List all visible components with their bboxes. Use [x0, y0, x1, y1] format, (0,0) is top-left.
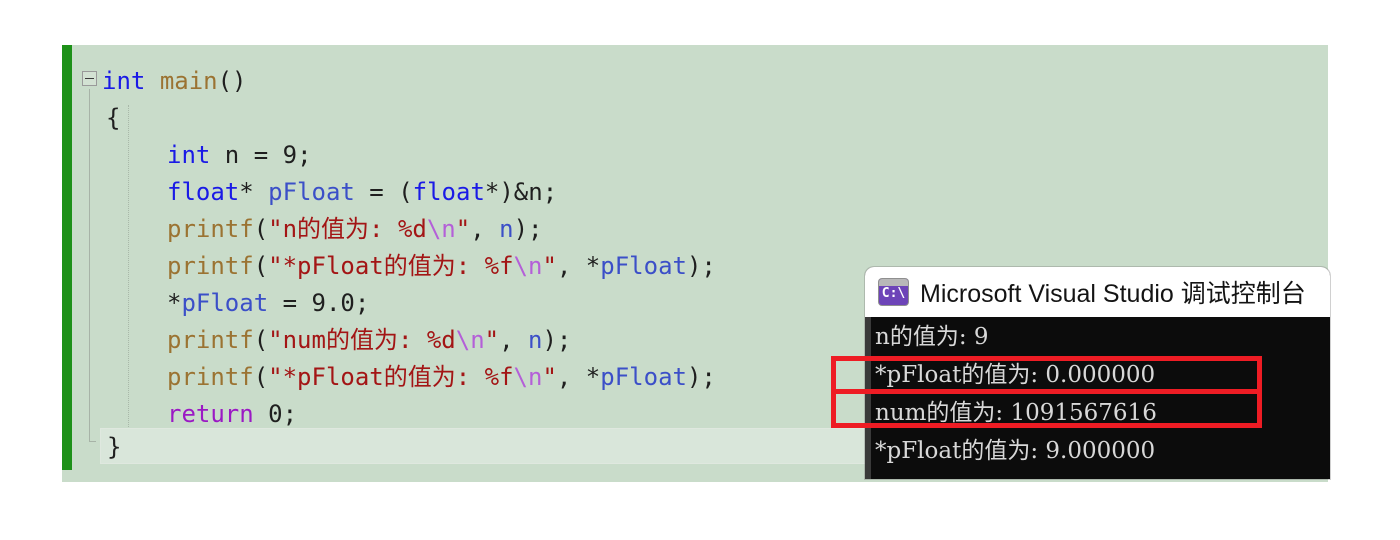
code-token: "num的值为: %d [268, 326, 456, 354]
code-token: ( [253, 252, 269, 280]
code-token: ); [686, 252, 716, 280]
code-token: \n [513, 363, 543, 391]
code-token: printf [167, 252, 254, 280]
code-token: printf [167, 215, 254, 243]
code-token: () [217, 67, 247, 95]
code-line[interactable]: { [62, 100, 1328, 137]
code-line[interactable]: int n = 9; [62, 137, 1328, 174]
console-output-line: *pFloat的值为: 0.000000 [875, 362, 1156, 388]
outline-foot-line [89, 441, 96, 442]
code-token: , * [556, 252, 601, 280]
code-token: \n [426, 215, 456, 243]
console-output-line: n的值为: 9 [875, 324, 989, 350]
code-line[interactable]: float* pFloat = (float*)&n; [62, 174, 1328, 211]
code-token: ( [253, 215, 269, 243]
code-line[interactable]: int main() [62, 63, 1328, 100]
code-token: " [542, 252, 557, 280]
code-token: n [499, 215, 514, 243]
code-token: printf [167, 326, 254, 354]
code-token: pFloat [268, 178, 355, 206]
code-token: "n的值为: %d [268, 215, 427, 243]
code-token: " [455, 215, 471, 243]
code-token: = [268, 289, 312, 317]
debug-console-window[interactable]: C:\ Microsoft Visual Studio 调试控制台 n的值为: … [865, 267, 1330, 479]
code-token: \n [455, 326, 485, 354]
console-output-line: num的值为: 1091567616 [875, 400, 1157, 426]
code-token: ); [686, 363, 716, 391]
icon-prompt-glyph: C:\ [881, 286, 906, 301]
code-token: "*pFloat的值为: %f [268, 363, 514, 391]
code-token: ; [354, 289, 370, 317]
code-token: ; [282, 400, 298, 428]
code-token: \n [513, 252, 543, 280]
code-token: return [167, 400, 254, 428]
code-token: float [412, 178, 485, 206]
code-token: * [167, 289, 182, 317]
console-scroll-strip[interactable] [865, 317, 871, 479]
code-token: main [159, 67, 218, 95]
code-token: 9.0 [311, 289, 355, 317]
code-token: ); [542, 326, 572, 354]
command-prompt-icon: C:\ [879, 279, 908, 305]
console-output-line: *pFloat的值为: 9.000000 [875, 438, 1156, 464]
code-token: " [484, 326, 500, 354]
code-token: *)&n; [484, 178, 558, 206]
console-output-area[interactable]: n的值为: 9 *pFloat的值为: 0.000000 num的值为: 109… [865, 317, 1330, 479]
code-token: 9 [282, 141, 298, 169]
code-token: , [470, 215, 500, 243]
closing-brace: } [107, 433, 122, 461]
code-token: int [102, 67, 146, 95]
code-token: pFloat [600, 363, 687, 391]
code-token: , * [556, 363, 601, 391]
console-title-bar[interactable]: C:\ Microsoft Visual Studio 调试控制台 [865, 267, 1330, 317]
code-token: = ( [354, 178, 413, 206]
code-token: int [167, 141, 211, 169]
code-token: n [528, 326, 543, 354]
code-token: "*pFloat的值为: %f [268, 252, 514, 280]
console-window-title: Microsoft Visual Studio 调试控制台 [920, 280, 1306, 308]
code-token: ; [297, 141, 312, 169]
code-line[interactable]: printf("n的值为: %d\n", n); [62, 211, 1328, 248]
code-token: , [499, 326, 529, 354]
code-token: " [542, 363, 557, 391]
code-token: pFloat [600, 252, 687, 280]
code-token: 0 [268, 400, 283, 428]
code-token: { [106, 104, 121, 132]
code-token: float [167, 178, 240, 206]
code-token: ( [253, 326, 269, 354]
code-token: * [239, 178, 269, 206]
code-token: printf [167, 363, 254, 391]
code-token: ); [513, 215, 543, 243]
code-token: ( [253, 363, 269, 391]
code-token: n = [210, 141, 283, 169]
code-token: pFloat [181, 289, 269, 317]
